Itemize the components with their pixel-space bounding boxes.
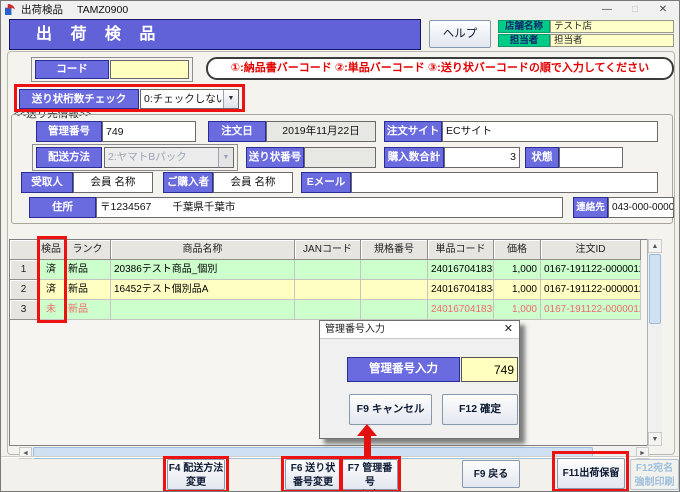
buyer-label: ご購入者 [163,172,213,193]
vertical-scrollbar[interactable]: ▲ ▼ [647,239,662,446]
scroll-up-icon[interactable]: ▲ [648,239,662,253]
dialog-close-icon[interactable]: ✕ [504,321,513,338]
col-rownum [10,240,38,260]
horizontal-scrollbar[interactable]: ◄ ► [19,447,649,459]
staff-label: 担当者 [498,34,550,47]
table-row[interactable]: 2 済 新品 16452テスト個別品A 240167041834 1,000 0… [10,280,661,300]
invoice-number-label: 送り状番号 [246,147,304,168]
hscroll-thumb[interactable] [33,447,593,459]
f6-invoice-number-button[interactable]: F6 送り状 番号変更 [285,459,341,490]
dialog-input-label: 管理番号入力 [347,357,460,382]
f12-address-print-button: F12宛名 強制印刷 [630,459,679,490]
f7-mgmt-number-button[interactable]: F7 管理番号 入力 [342,459,398,490]
col-jan[interactable]: JANコード [295,240,361,260]
col-tanpin[interactable]: 単品コード [428,240,494,260]
buyer-value: 会員 名称 [213,172,293,193]
f4-delivery-method-button[interactable]: F4 配送方法 変更 [167,459,225,490]
email-value [351,172,658,193]
mgmt-number-field[interactable] [102,121,196,142]
dialog-mgmt-number-input[interactable] [461,357,518,382]
recipient-value: 会員 名称 [73,172,153,193]
col-orderid[interactable]: 注文ID [541,240,641,260]
close-icon[interactable]: ✕ [649,1,677,18]
help-button[interactable]: ヘルプ [429,20,491,48]
app-icon [5,4,16,15]
annotation-arrow-head [357,424,377,436]
digit-check-select[interactable]: 0:チェックしない ▼ [140,89,239,109]
col-rank[interactable]: ランク [65,240,111,260]
status-label: 状態 [525,147,559,168]
scroll-right-icon[interactable]: ► [636,447,649,459]
store-name-value: テスト店 [550,20,674,33]
contact-label: 連絡先 [573,197,608,218]
chevron-down-icon[interactable]: ▼ [223,90,238,108]
order-site-value: ECサイト [442,121,658,142]
code-label: コード [35,60,109,79]
order-date-label: 注文日 [208,121,266,142]
window-title-code: TAMZ0900 [77,4,128,16]
delivery-method-select: 2:ヤマトBパック ▼ [104,147,234,168]
window-titlebar[interactable]: 出荷検品 TAMZ0900 — □ ✕ [1,1,679,18]
col-name[interactable]: 商品名称 [111,240,295,260]
order-date-value: 2019年11月22日 [266,121,376,142]
vscroll-thumb[interactable] [649,254,661,324]
table-row[interactable]: 3 未 新品 240167041835 1,000 0167-191122-00… [10,300,661,320]
recipient-label: 受取人 [21,172,73,193]
scroll-down-icon[interactable]: ▼ [648,432,662,446]
page-title: 出 荷 検 品 [9,19,421,50]
order-site-label: 注文サイト [384,121,442,142]
dialog-titlebar[interactable]: 管理番号入力 ✕ [320,321,519,339]
chevron-down-icon: ▼ [218,148,233,167]
email-label: Eメール [301,172,351,193]
shipping-inspection-window: 出荷検品 TAMZ0900 — □ ✕ 出 荷 検 品 ヘルプ 店舗名称 テスト… [0,0,680,492]
table-header-row: 検品 ランク 商品名称 JANコード 規格番号 単品コード 価格 注文ID [10,240,661,260]
col-kikaku[interactable]: 規格番号 [361,240,428,260]
f12-confirm-button[interactable]: F12 確定 [442,394,518,425]
address-value: 〒1234567 千葉県千葉市 [96,197,563,218]
delivery-method-label: 配送方法 [36,147,102,168]
minimize-icon[interactable]: — [593,1,621,18]
col-price[interactable]: 価格 [494,240,541,260]
annotation-arrow [364,435,371,457]
contact-value: 043-000-0000 [608,197,674,218]
footer-separator [1,456,680,457]
address-label: 住所 [29,197,96,218]
store-name-label: 店舗名称 [498,20,550,33]
maximize-icon[interactable]: □ [621,1,649,18]
f11-shipment-hold-button[interactable]: F11出荷保留 [557,458,625,489]
barcode-instruction: ①:納品書バーコード ②:単品バーコード ③:送り状バーコードの順で入力してくだ… [206,57,674,80]
f9-cancel-button[interactable]: F9 キャンセル [349,394,432,425]
staff-value: 担当者 [550,34,674,47]
window-title: 出荷検品 [21,2,63,17]
mgmt-number-dialog: 管理番号入力 ✕ 管理番号入力 F9 キャンセル F12 確定 [319,320,520,439]
table-row[interactable]: 1 済 新品 20386テスト商品_個別 240167041833 1,000 … [10,260,661,280]
status-value [559,147,623,168]
purchase-total-label: 購入数合計 [384,147,444,168]
col-kenpin[interactable]: 検品 [38,240,65,260]
code-input[interactable] [110,60,189,79]
invoice-number-value [304,147,376,168]
scroll-left-icon[interactable]: ◄ [19,447,32,459]
mgmt-number-label: 管理番号 [36,121,102,142]
purchase-total-value: 3 [444,147,520,168]
f9-back-button[interactable]: F9 戻る [462,460,520,488]
